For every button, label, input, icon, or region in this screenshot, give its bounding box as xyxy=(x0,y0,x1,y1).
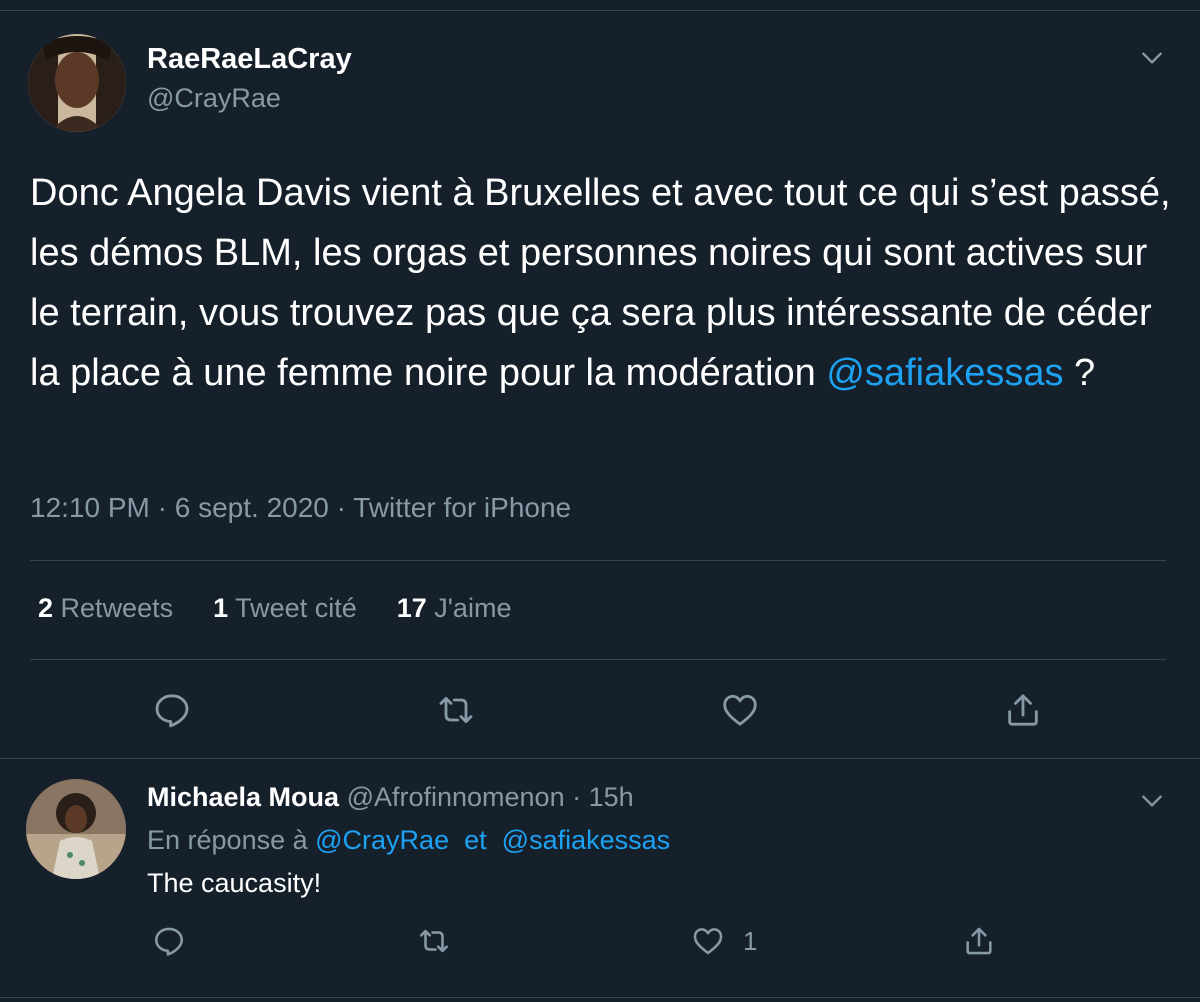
reply-handle[interactable]: @Afrofinnomenon xyxy=(347,782,565,812)
like-icon[interactable] xyxy=(691,924,725,958)
reply-icon[interactable] xyxy=(152,924,186,958)
tweet-meta: 12:10 PM · 6 sept. 2020 · Twitter for iP… xyxy=(30,492,572,523)
divider xyxy=(30,560,1166,561)
chevron-down-icon[interactable] xyxy=(1139,45,1165,71)
reply-icon[interactable] xyxy=(152,690,192,730)
reply-like-count: 1 xyxy=(743,926,758,956)
retweet-icon[interactable] xyxy=(417,924,451,958)
in-reply-to: En réponse à @CrayRae et @safiakessas xyxy=(147,825,670,856)
in-reply-user-link[interactable]: @CrayRae xyxy=(315,825,449,855)
reply-header: Michaela Moua @Afrofinnomenon · 15h xyxy=(147,782,634,813)
share-icon[interactable] xyxy=(1003,690,1043,730)
divider xyxy=(0,758,1200,759)
in-reply-label: En réponse à xyxy=(147,825,308,855)
in-reply-user-link[interactable]: @safiakessas xyxy=(502,825,670,855)
user-handle[interactable]: @CrayRae xyxy=(147,83,281,114)
reply-text: The caucasity! xyxy=(147,868,322,898)
chevron-down-icon[interactable] xyxy=(1139,788,1165,814)
top-divider xyxy=(0,10,1200,11)
tweet-stats: 2 Retweets 1 Tweet cité 17 J'aime xyxy=(38,593,511,624)
divider xyxy=(30,659,1166,660)
reply-display-name[interactable]: Michaela Moua xyxy=(147,782,339,812)
quotes-stat[interactable]: 1 Tweet cité xyxy=(213,593,357,624)
bottom-divider xyxy=(0,997,1200,998)
share-icon[interactable] xyxy=(962,924,996,958)
reply-time[interactable]: 15h xyxy=(589,782,634,812)
display-name[interactable]: RaeRaeLaCray xyxy=(147,43,352,76)
likes-stat[interactable]: 17 J'aime xyxy=(397,593,512,624)
avatar[interactable] xyxy=(28,34,126,132)
like-icon[interactable] xyxy=(720,690,760,730)
reply-avatar[interactable] xyxy=(26,779,126,879)
in-reply-joiner: et xyxy=(464,825,487,855)
retweet-icon[interactable] xyxy=(436,690,476,730)
retweets-stat[interactable]: 2 Retweets xyxy=(38,593,173,624)
tweet-text-end: ? xyxy=(1063,352,1096,394)
mention-link[interactable]: @safiakessas xyxy=(826,352,1063,394)
tweet-text: Donc Angela Davis vient à Bruxelles et a… xyxy=(30,163,1180,403)
reply-time-separator: · xyxy=(564,782,589,812)
